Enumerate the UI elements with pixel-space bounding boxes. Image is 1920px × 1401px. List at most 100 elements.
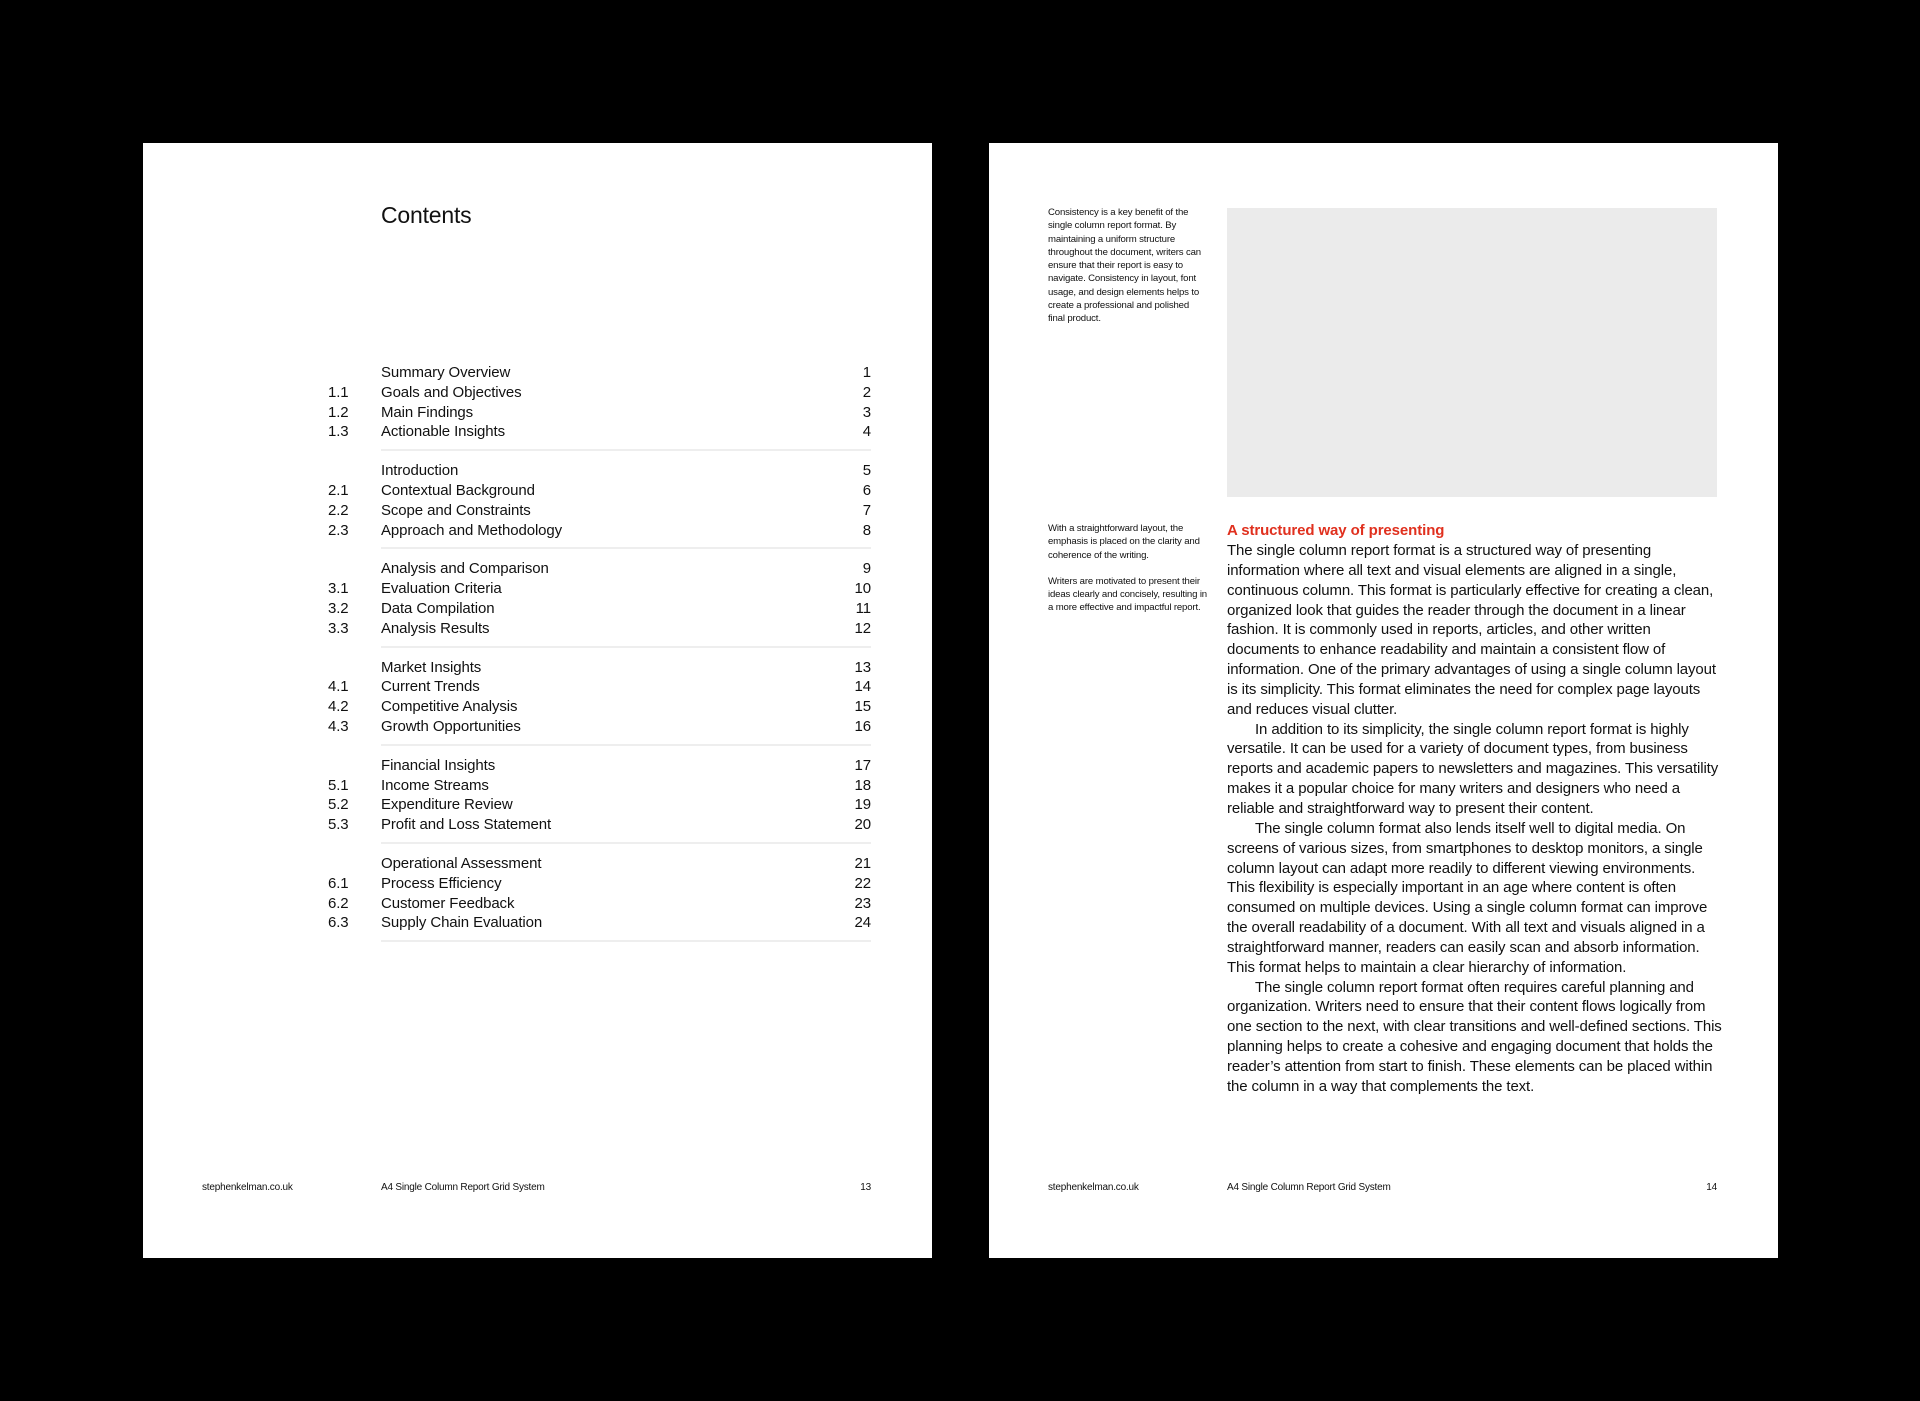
toc-title: Market Insights	[381, 658, 482, 676]
toc-entry[interactable]: 1.3 Actionable Insights 4	[143, 422, 932, 442]
toc-number: 2.2	[328, 501, 349, 519]
toc-title: Evaluation Criteria	[381, 580, 502, 598]
article-paragraph: The single column report format is a str…	[1227, 542, 1716, 718]
toc-entry[interactable]: 3.1 Evaluation Criteria 10	[143, 579, 932, 599]
footer-page-number: 13	[860, 1182, 871, 1193]
footer-site-link[interactable]: stephenkelman.co.uk	[1048, 1182, 1139, 1193]
footer-site-link[interactable]: stephenkelman.co.uk	[202, 1182, 293, 1193]
toc-entry[interactable]: Introduction 5	[143, 461, 932, 481]
toc-entry[interactable]: Financial Insights 17	[143, 756, 932, 776]
toc-title: Operational Assessment	[381, 854, 542, 872]
toc-page-number: 13	[854, 658, 872, 676]
toc-title: Competitive Analysis	[381, 698, 518, 716]
toc-entry[interactable]: 6.3 Supply Chain Evaluation 24	[143, 913, 932, 933]
toc-number: 4.2	[328, 698, 349, 716]
toc-section: Market Insights 13 4.1 Current Trends 14 4.…	[143, 658, 932, 746]
toc-entry[interactable]: 6.1 Process Efficiency 22	[143, 874, 932, 894]
toc-entry[interactable]: 5.1 Income Streams 18	[143, 776, 932, 796]
side-note: With a straightforward layout, the empha…	[1048, 522, 1208, 615]
toc-page-number: 3	[862, 403, 871, 421]
toc-title: Expenditure Review	[381, 796, 513, 814]
toc-number: 1.3	[328, 423, 349, 441]
toc-number: 1.1	[328, 383, 349, 401]
toc-entry[interactable]: 4.3 Growth Opportunities 16	[143, 717, 932, 737]
toc-number: 6.3	[328, 914, 349, 932]
toc-page-number: 21	[854, 854, 872, 872]
toc-number: 4.1	[328, 678, 349, 696]
toc-title: Customer Feedback	[381, 894, 515, 912]
footer-document-title: A4 Single Column Report Grid System	[1227, 1182, 1391, 1193]
toc-page-number: 20	[854, 816, 872, 834]
toc-entry[interactable]: 5.3 Profit and Loss Statement 20	[143, 815, 932, 835]
image-placeholder	[1227, 208, 1717, 497]
toc-entry[interactable]: 6.2 Customer Feedback 23	[143, 894, 932, 914]
toc-number: 3.3	[328, 619, 349, 637]
toc-entry[interactable]: Analysis and Comparison 9	[143, 559, 932, 579]
article-heading: A structured way of presenting	[1227, 522, 1445, 539]
toc-page-number: 12	[854, 619, 872, 637]
toc-title: Introduction	[381, 462, 459, 480]
side-note-text: With a straightforward layout, the empha…	[1048, 523, 1200, 561]
toc-page-number: 19	[854, 796, 872, 814]
toc-number: 2.1	[328, 481, 349, 499]
toc-page-number: 23	[854, 894, 872, 912]
toc-entry[interactable]: 2.2 Scope and Constraints 7	[143, 501, 932, 521]
toc-section: Operational Assessment 21 6.1 Process Effi…	[143, 854, 932, 943]
toc-entry[interactable]: Summary Overview 1	[143, 363, 932, 383]
page-article: Consistency is a key benefit of the sing…	[989, 143, 1778, 1258]
side-note-text: Consistency is a key benefit of the sing…	[1048, 207, 1201, 325]
toc-title: Process Efficiency	[381, 874, 502, 892]
toc-title: Supply Chain Evaluation	[381, 914, 543, 932]
toc-page-number: 11	[855, 599, 871, 617]
side-note: Consistency is a key benefit of the sing…	[1048, 206, 1208, 326]
toc-entry[interactable]: 5.2 Expenditure Review 19	[143, 795, 932, 815]
toc-entry[interactable]: 3.2 Data Compilation 11	[143, 599, 932, 619]
toc-number: 4.3	[328, 717, 349, 735]
toc-title: Financial Insights	[381, 756, 496, 774]
toc-entry[interactable]: 1.2 Main Findings 3	[143, 403, 932, 423]
page-footer: stephenkelman.co.uk A4 Single Column Rep…	[143, 1182, 932, 1196]
article-paragraph: The single column report format often re…	[1227, 978, 1722, 1095]
toc-title: Analysis and Comparison	[381, 560, 549, 578]
toc-title: Scope and Constraints	[381, 501, 531, 519]
toc-page-number: 9	[862, 560, 871, 578]
toc-section: Summary Overview 1 1.1 Goals and Objective…	[143, 363, 932, 452]
toc-title: Summary Overview	[381, 364, 511, 381]
page-footer: stephenkelman.co.uk A4 Single Column Rep…	[989, 1182, 1778, 1196]
toc-page-number: 7	[862, 501, 871, 519]
toc-section: Analysis and Comparison 9 3.1 Evaluation C…	[143, 559, 932, 648]
toc-title: Profit and Loss Statement	[381, 816, 552, 834]
toc-entry[interactable]: 3.3 Analysis Results 12	[143, 619, 932, 639]
toc-entry[interactable]: Market Insights 13	[143, 658, 932, 678]
toc-title: Current Trends	[381, 678, 480, 696]
toc-title: Analysis Results	[381, 619, 490, 637]
toc-page-number: 16	[854, 717, 872, 735]
toc-entry[interactable]: 4.1 Current Trends 14	[143, 677, 932, 697]
toc-entry[interactable]: Operational Assessment 21	[143, 854, 932, 874]
toc-section: Financial Insights 17 5.1 Income Streams 18…	[143, 756, 932, 845]
page-contents: Contents Summary Overview 1 1.1 Goals and …	[143, 143, 932, 1258]
toc-title: Data Compilation	[381, 599, 495, 617]
toc-page-number: 10	[854, 580, 872, 598]
toc-entry[interactable]: 2.1 Contextual Background 6	[143, 481, 932, 501]
toc-number: 2.3	[328, 521, 349, 539]
toc-number: 3.2	[328, 599, 349, 617]
toc-section: Introduction 5 2.1 Contextual Background 6 …	[143, 461, 932, 550]
footer-page-number: 14	[1706, 1182, 1717, 1193]
toc-number: 6.1	[328, 874, 349, 892]
toc-number: 3.1	[328, 580, 349, 598]
contents-title: Contents	[381, 202, 472, 228]
toc-page-number: 6	[862, 481, 871, 499]
toc-page-number: 14	[854, 678, 872, 696]
toc-entry[interactable]: 4.2 Competitive Analysis 15	[143, 697, 932, 717]
article-body: The single column report format is a str…	[1227, 541, 1723, 1097]
toc-page-number: 22	[854, 874, 872, 892]
toc-entry[interactable]: 2.3 Approach and Methodology 8	[143, 521, 932, 541]
toc-page-number: 18	[854, 776, 872, 794]
footer-document-title: A4 Single Column Report Grid System	[381, 1182, 545, 1193]
toc-entry[interactable]: 1.1 Goals and Objectives 2	[143, 383, 932, 403]
side-note-text: Writers are motivated to present their i…	[1048, 575, 1207, 614]
toc-title: Actionable Insights	[381, 423, 506, 441]
toc-title: Main Findings	[381, 403, 474, 421]
toc-number: 5.3	[328, 816, 349, 834]
